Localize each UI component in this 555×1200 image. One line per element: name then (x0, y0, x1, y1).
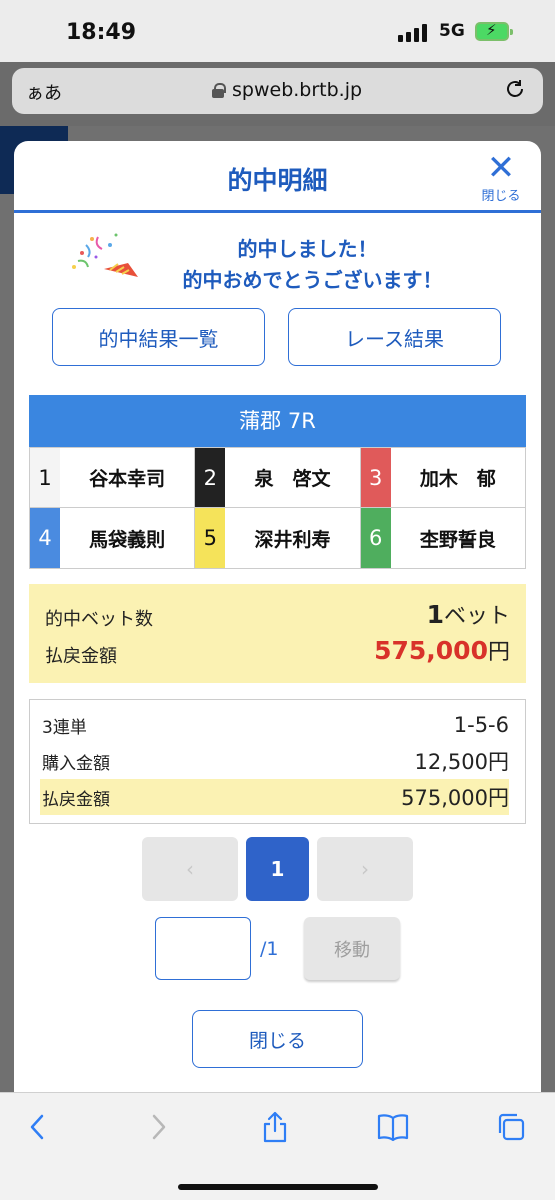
page-total: /1 (260, 938, 279, 960)
bet-count-value: 1ベット (427, 598, 510, 630)
network-label: 5G (439, 21, 465, 41)
tabs-icon[interactable] (489, 1105, 533, 1149)
racer-row: 1 谷本幸司 2 泉 啓文 3 加木 郁 (30, 447, 526, 508)
payout-label: 払戻金額 (45, 646, 117, 667)
payout-unit: 円 (487, 640, 510, 665)
status-bar: 18:49 5G ⚡ (0, 0, 555, 62)
page-jump-input[interactable] (155, 917, 251, 980)
lane-number: 1 (30, 448, 60, 507)
purchase-row: 購入金額 12,500円 (40, 743, 509, 779)
status-time: 18:49 (66, 20, 137, 45)
racer-name: 泉 啓文 (254, 468, 331, 490)
racer-cell: 6 杢野誓良 (360, 508, 526, 568)
forward-icon[interactable] (136, 1105, 180, 1149)
bet-combination: 1-5-6 (453, 713, 509, 737)
move-button[interactable]: 移動 (304, 917, 400, 980)
result-buttons: 的中結果一覧 レース結果 (14, 305, 541, 391)
next-page-button[interactable]: › (317, 837, 413, 901)
racer-cell: 1 谷本幸司 (30, 448, 196, 507)
signal-icon (398, 24, 427, 42)
congrats-line-1: 的中しました！ (237, 237, 378, 261)
lane-number: 4 (30, 508, 60, 568)
racer-name: 馬袋義則 (89, 528, 166, 551)
close-label[interactable]: 閉じる (481, 185, 521, 204)
modal-title: 的中明細 (227, 166, 328, 195)
bookmarks-icon[interactable] (371, 1105, 415, 1149)
battery-icon: ⚡ (475, 21, 513, 41)
bet-count-number: 1 (426, 600, 444, 629)
lock-icon (212, 82, 226, 98)
lane-number: 2 (195, 448, 226, 507)
pagination: ‹ 1 › (14, 837, 541, 903)
lane-number: 6 (360, 508, 391, 568)
close-icon[interactable]: ✕ (481, 151, 521, 185)
hit-summary: 的中ベット数 1ベット 払戻金額 575,000円 (29, 584, 526, 683)
racer-name: 杢野誓良 (419, 528, 496, 551)
racer-row: 4 馬袋義則 5 深井利寿 6 杢野誓良 (30, 508, 526, 569)
congrats-message: 的中しました！ 的中おめでとうございます！ (14, 213, 541, 305)
racer-name: 谷本幸司 (89, 468, 166, 490)
racer-name: 加木 郁 (419, 468, 496, 490)
close-button[interactable]: 閉じる (192, 1010, 363, 1068)
race-results-button[interactable]: レース結果 (288, 308, 501, 366)
bet-detail: 3連単 1-5-6 購入金額 12,500円 払戻金額 575,000円 (29, 699, 526, 824)
purchase-label: 購入金額 (42, 753, 110, 774)
reload-icon[interactable] (503, 77, 527, 107)
prev-page-button[interactable]: ‹ (142, 837, 238, 901)
bet-count-unit: ベット (443, 604, 510, 629)
detail-payout-label: 払戻金額 (42, 789, 110, 810)
purchase-value: 12,500円 (414, 750, 509, 774)
lane-number: 5 (195, 508, 226, 568)
racer-cell: 2 泉 啓文 (195, 448, 361, 507)
hit-results-button[interactable]: 的中結果一覧 (52, 308, 265, 366)
detail-payout-row: 払戻金額 575,000円 (40, 779, 509, 815)
modal-header: 的中明細 ✕ 閉じる (14, 141, 541, 213)
race-title: 蒲郡 7R (29, 395, 526, 447)
racer-cell: 4 馬袋義則 (30, 508, 196, 568)
modal-close-button[interactable]: ✕ 閉じる (481, 151, 521, 204)
url-text[interactable]: spweb.brtb.jp (232, 79, 362, 101)
racer-cell: 5 深井利寿 (195, 508, 361, 568)
home-indicator (178, 1184, 378, 1190)
racer-cell: 3 加木 郁 (360, 448, 526, 507)
bet-type: 3連単 (42, 717, 87, 738)
payout-amount: 575,000 (374, 636, 488, 665)
payout-value: 575,000円 (374, 634, 510, 666)
address-bar[interactable]: ぁあ spweb.brtb.jp (12, 68, 543, 114)
bet-type-row: 3連単 1-5-6 (40, 707, 509, 743)
share-icon[interactable] (253, 1105, 297, 1149)
racer-table: 1 谷本幸司 2 泉 啓文 3 加木 郁 4 馬袋義則 5 深井利寿 6 杢野誓… (29, 447, 526, 569)
lane-number: 3 (360, 448, 391, 507)
text-size-button[interactable]: ぁあ (26, 79, 62, 105)
current-page[interactable]: 1 (246, 837, 309, 901)
bet-count-label: 的中ベット数 (45, 609, 153, 630)
hit-detail-modal: 的中明細 ✕ 閉じる 的中しました！ 的中おめでとうございます！ 的中結果一覧 … (14, 141, 541, 1092)
racer-name: 深井利寿 (254, 528, 331, 551)
congrats-line-2: 的中おめでとうございます！ (182, 268, 443, 292)
back-icon[interactable] (16, 1105, 60, 1149)
detail-payout-value: 575,000円 (401, 786, 509, 810)
